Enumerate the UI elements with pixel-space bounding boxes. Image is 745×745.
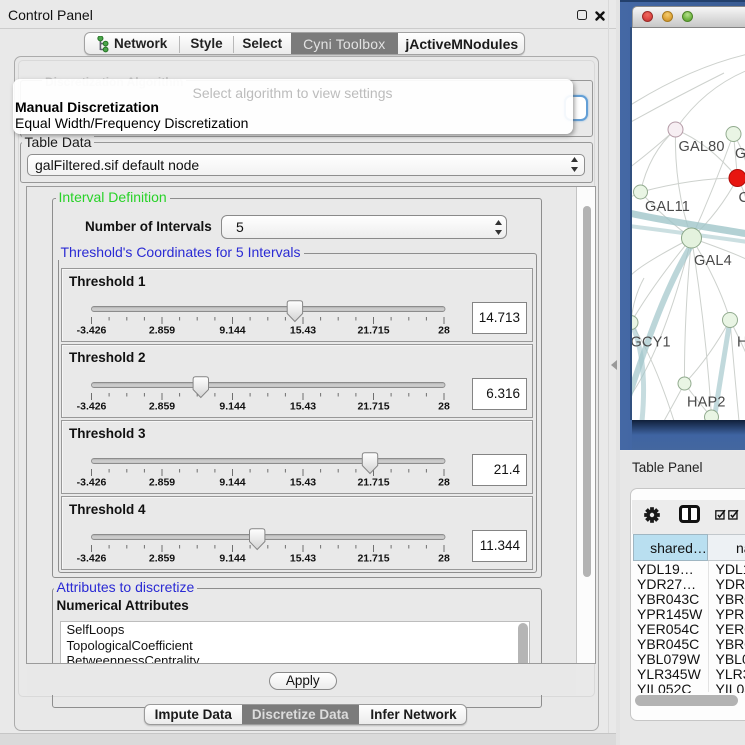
svg-text:21.715: 21.715 bbox=[357, 324, 389, 336]
svg-text:GAL11: GAL11 bbox=[645, 199, 690, 215]
svg-text:2.859: 2.859 bbox=[149, 476, 175, 488]
svg-text:28: 28 bbox=[438, 400, 450, 412]
svg-text:9.144: 9.144 bbox=[219, 324, 245, 336]
svg-text:HAP2: HAP2 bbox=[687, 394, 726, 410]
svg-text:28: 28 bbox=[438, 476, 450, 488]
svg-text:15.43: 15.43 bbox=[290, 476, 316, 488]
svg-text:9.144: 9.144 bbox=[219, 552, 245, 564]
svg-text:9.144: 9.144 bbox=[219, 476, 245, 488]
svg-text:-3.426: -3.426 bbox=[77, 552, 107, 564]
svg-text:21.715: 21.715 bbox=[357, 552, 389, 564]
svg-text:GA: GA bbox=[735, 146, 745, 162]
svg-text:15.43: 15.43 bbox=[290, 324, 316, 336]
svg-text:2.859: 2.859 bbox=[149, 552, 175, 564]
svg-text:GAL80: GAL80 bbox=[678, 139, 724, 155]
svg-text:-3.426: -3.426 bbox=[77, 324, 107, 336]
svg-text:-3.426: -3.426 bbox=[77, 476, 107, 488]
svg-text:9.144: 9.144 bbox=[219, 400, 245, 412]
svg-text:2.859: 2.859 bbox=[149, 400, 175, 412]
svg-text:HI: HI bbox=[737, 334, 745, 350]
svg-text:15.43: 15.43 bbox=[290, 400, 316, 412]
svg-text:-3.426: -3.426 bbox=[77, 400, 107, 412]
svg-text:GAL4: GAL4 bbox=[694, 253, 732, 269]
svg-text:28: 28 bbox=[438, 552, 450, 564]
svg-text:C: C bbox=[738, 190, 745, 206]
svg-text:GCY1: GCY1 bbox=[632, 334, 671, 350]
svg-text:21.715: 21.715 bbox=[357, 400, 389, 412]
svg-text:2.859: 2.859 bbox=[149, 324, 175, 336]
svg-text:15.43: 15.43 bbox=[290, 552, 316, 564]
svg-text:28: 28 bbox=[438, 324, 450, 336]
svg-text:21.715: 21.715 bbox=[357, 476, 389, 488]
